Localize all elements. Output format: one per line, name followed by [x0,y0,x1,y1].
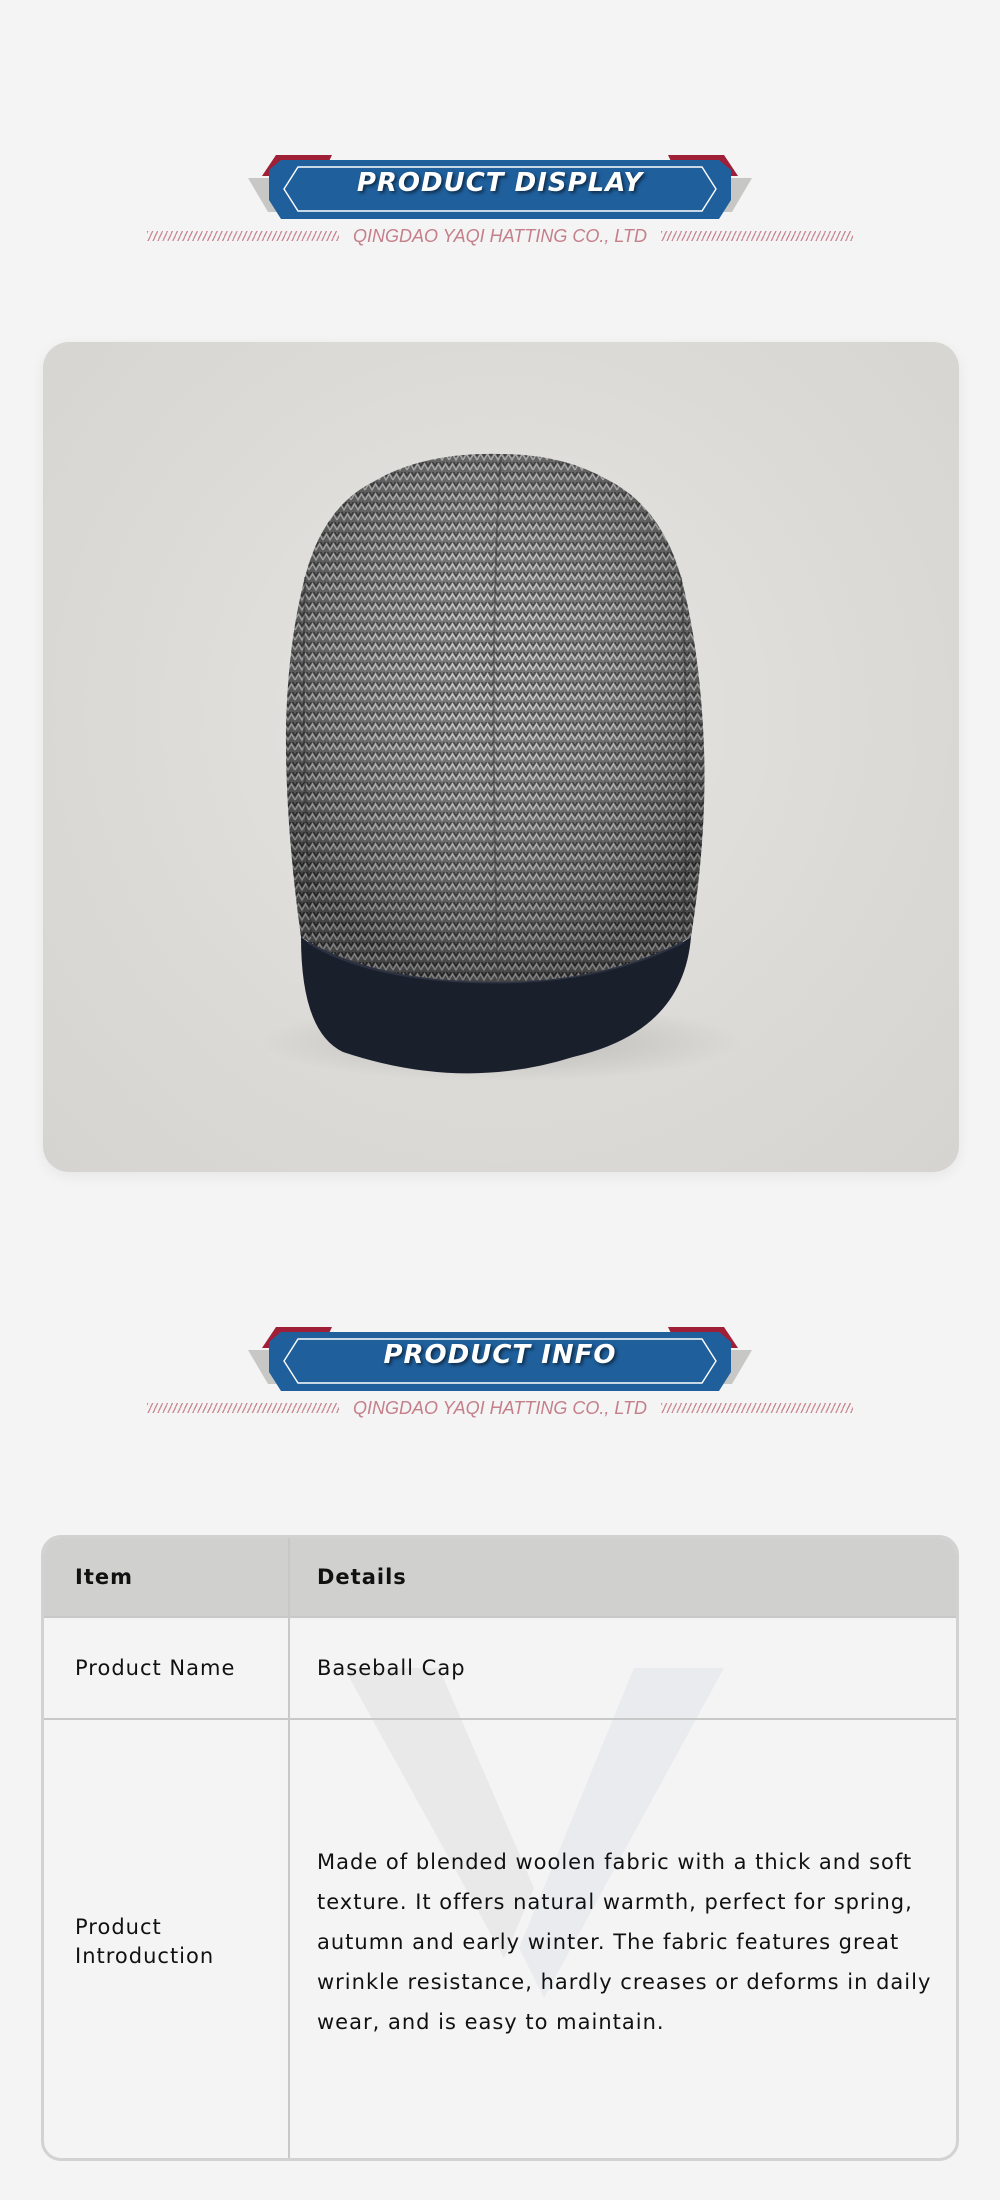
section-title: PRODUCT INFO [383,1340,617,1370]
table-cell-item: Product Introduction [44,1720,290,2158]
hatch-decoration [146,1403,339,1413]
table-header-item: Item [44,1538,290,1616]
table-header-row: Item Details [44,1538,956,1616]
product-display-banner: PRODUCT DISPLAY QINGDAO YAQI HATTING CO.… [0,150,1000,280]
table-cell-item: Product Name [44,1618,290,1718]
company-subtitle: QINGDAO YAQI HATTING CO., LTD [352,1397,648,1418]
section-title: PRODUCT DISPLAY [356,168,644,198]
company-subtitle-row: QINGDAO YAQI HATTING CO., LTD [0,224,1000,248]
table-cell-details: Made of blended woolen fabric with a thi… [290,1720,956,2158]
company-subtitle: QINGDAO YAQI HATTING CO., LTD [352,225,648,246]
product-introduction-label: Product Introduction [75,1914,215,1968]
product-info-table: Item Details Product Name Baseball Cap P… [41,1535,959,2161]
hatch-decoration [661,1403,854,1413]
flat-cap-image [261,453,741,1082]
product-photo [43,342,959,1172]
table-row: Product Name Baseball Cap [44,1616,956,1718]
company-subtitle-row: QINGDAO YAQI HATTING CO., LTD [0,1396,1000,1420]
table-cell-details: Baseball Cap [317,1656,466,1680]
table-header-details: Details [317,1565,407,1589]
product-info-banner: PRODUCT INFO QINGDAO YAQI HATTING CO., L… [0,1322,1000,1452]
hatch-decoration [146,231,339,241]
table-row: Product Introduction Made of blended woo… [44,1718,956,2158]
hatch-decoration [661,231,854,241]
product-introduction-text: Made of blended woolen fabric with a thi… [317,1849,932,2034]
